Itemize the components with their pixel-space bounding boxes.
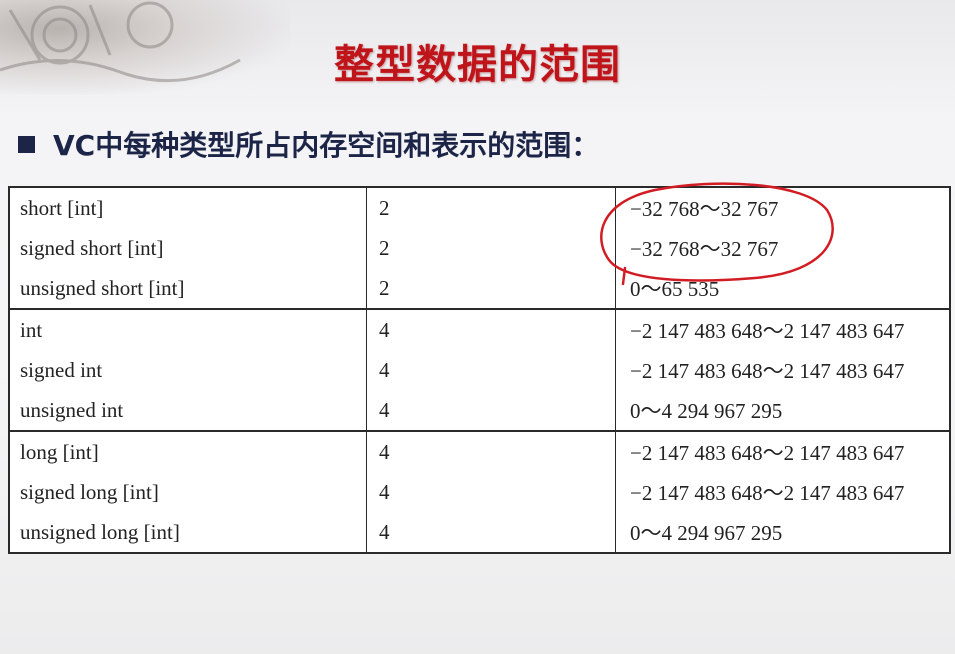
table-row: signed int 4 −2 147 483 648～2 147 483 64…: [8, 350, 951, 390]
bullet-text: VC中每种类型所占内存空间和表示的范围：: [53, 129, 600, 162]
range-cell: −32 768～32 767: [615, 228, 951, 268]
bytes-cell: 2: [366, 228, 616, 268]
range-cell: −32 768～32 767: [615, 186, 951, 228]
type-cell: signed int: [8, 350, 367, 390]
bytes-cell: 4: [366, 472, 616, 512]
table-row: short [int] 2 −32 768～32 767: [8, 186, 951, 228]
bullet-point: VC中每种类型所占内存空间和表示的范围：: [18, 124, 599, 164]
table-row: unsigned long [int] 4 0～4 294 967 295: [8, 512, 951, 553]
bytes-cell: 4: [366, 430, 616, 472]
range-cell: −2 147 483 648～2 147 483 647: [615, 472, 951, 512]
type-cell: short [int]: [8, 186, 367, 228]
type-cell: signed short [int]: [8, 228, 367, 268]
table-row: int 4 −2 147 483 648～2 147 483 647: [8, 308, 951, 350]
type-cell: unsigned int: [8, 390, 367, 431]
range-cell: 0～4 294 967 295: [615, 512, 951, 553]
bytes-cell: 4: [366, 350, 616, 390]
type-cell: signed long [int]: [8, 472, 367, 512]
range-cell: 0～4 294 967 295: [615, 390, 951, 431]
range-cell: −2 147 483 648～2 147 483 647: [615, 350, 951, 390]
type-cell: long [int]: [8, 430, 367, 472]
bytes-cell: 4: [366, 390, 616, 431]
type-cell: unsigned long [int]: [8, 512, 367, 553]
type-cell: unsigned short [int]: [8, 268, 367, 309]
table-row: long [int] 4 −2 147 483 648～2 147 483 64…: [8, 430, 951, 472]
table-row: signed long [int] 4 −2 147 483 648～2 147…: [8, 472, 951, 512]
range-cell: −2 147 483 648～2 147 483 647: [615, 308, 951, 350]
table-row: unsigned int 4 0～4 294 967 295: [8, 390, 951, 431]
type-cell: int: [8, 308, 367, 350]
square-bullet-icon: [18, 135, 35, 153]
bytes-cell: 4: [366, 308, 616, 350]
integer-range-table: short [int] 2 −32 768～32 767 signed shor…: [8, 186, 951, 554]
bytes-cell: 2: [366, 186, 616, 228]
table-row: signed short [int] 2 −32 768～32 767: [8, 228, 951, 268]
table-row: unsigned short [int] 2 0～65 535: [8, 268, 951, 309]
bytes-cell: 4: [366, 512, 616, 553]
slide-title: 整型数据的范围: [334, 42, 621, 88]
range-cell: −2 147 483 648～2 147 483 647: [615, 430, 951, 472]
bytes-cell: 2: [366, 268, 616, 309]
range-cell: 0～65 535: [615, 268, 951, 309]
